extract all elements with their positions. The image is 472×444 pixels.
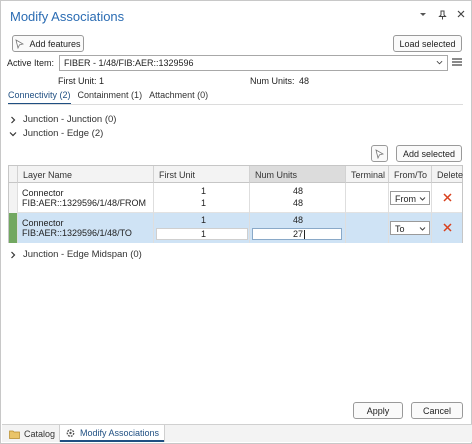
num-units-top: 48 <box>293 215 304 225</box>
table-row-selected[interactable]: Connector FIB:AER::1329596/1/48/TO 1 1 4… <box>9 213 462 243</box>
num-units-bottom: 48 <box>293 198 304 208</box>
section-junction-edge-midspan-label: Junction - Edge Midspan (0) <box>23 249 142 260</box>
first-unit-label: First Unit: <box>58 76 97 86</box>
layer-id: FIB:AER::1329596/1/48/FROM <box>22 198 147 208</box>
tab-attachment[interactable]: Attachment (0) <box>149 90 208 105</box>
layer-id: FIB:AER::1329596/1/48/TO <box>22 228 132 238</box>
row-header-corner <box>9 166 18 183</box>
column-header-from-to[interactable]: From/To <box>389 166 432 183</box>
first-unit-value: 1 <box>99 76 105 86</box>
menu-icon[interactable] <box>452 57 462 67</box>
first-unit-top: 1 <box>201 186 207 196</box>
chevron-down-icon <box>419 197 426 201</box>
tab-modify-associations[interactable]: Modify Associations <box>59 425 166 442</box>
add-selected-label: Add selected <box>402 148 456 159</box>
pane-title: Modify Associations <box>10 9 125 24</box>
num-units-cell[interactable]: 48 48 <box>250 183 346 213</box>
column-header-delete[interactable]: Delete <box>432 166 463 183</box>
first-unit-bottom: 1 <box>201 198 207 208</box>
delete-cell <box>432 213 462 243</box>
from-to-value: To <box>395 224 405 234</box>
num-units-input[interactable]: 27 <box>252 228 342 240</box>
num-units-label: Num Units: <box>250 76 295 86</box>
text-cursor <box>304 230 305 239</box>
delete-icon[interactable] <box>443 193 452 202</box>
chevron-right-icon <box>11 116 16 123</box>
tab-catalog[interactable]: Catalog <box>4 425 60 442</box>
first-unit-bottom: 1 <box>201 229 207 239</box>
from-to-cell: To <box>389 213 432 243</box>
chevron-right-icon <box>11 251 16 258</box>
delete-icon[interactable] <box>443 223 452 232</box>
catalog-icon <box>9 430 20 439</box>
modify-associations-icon <box>66 429 75 437</box>
num-units-top: 48 <box>293 186 304 196</box>
table-row[interactable]: Connector FIB:AER::1329596/1/48/FROM 1 1… <box>9 183 462 213</box>
terminal-cell[interactable] <box>346 183 389 213</box>
active-item-value: FIBER - 1/48/FIB:AER::1329596 <box>64 58 194 68</box>
apply-label: Apply <box>366 405 390 416</box>
association-tabs: Connectivity (2) Containment (1) Attachm… <box>8 90 208 105</box>
layer-name-cell: Connector FIB:AER::1329596/1/48/TO <box>18 213 154 243</box>
section-junction-edge[interactable]: Junction - Edge (2) <box>9 128 103 139</box>
section-junction-junction-label: Junction - Junction (0) <box>23 114 117 125</box>
add-selected-button[interactable]: Add selected <box>396 145 462 162</box>
tab-containment[interactable]: Containment (1) <box>78 90 143 105</box>
column-header-layer-name[interactable]: Layer Name <box>18 166 154 183</box>
column-header-num-units[interactable]: Num Units <box>250 166 346 183</box>
pane-tab-strip: Catalog Modify Associations <box>2 424 472 442</box>
num-units-cell: 48 27 <box>250 213 346 243</box>
section-junction-edge-midspan[interactable]: Junction - Edge Midspan (0) <box>9 249 142 260</box>
from-to-value: From <box>395 194 416 204</box>
delete-cell <box>432 183 462 213</box>
add-features-button[interactable]: Add features <box>12 35 84 52</box>
modify-associations-pane: Modify Associations Add features Load se… <box>0 0 472 444</box>
tab-modify-associations-label: Modify Associations <box>80 428 160 438</box>
tabs-divider <box>8 104 463 105</box>
active-item-label: Active Item: <box>7 58 55 68</box>
tab-connectivity[interactable]: Connectivity (2) <box>8 90 71 105</box>
layer-name: Connector <box>22 218 64 228</box>
associations-grid: Layer Name First Unit Num Units Terminal… <box>8 165 463 243</box>
chevron-down-icon <box>436 60 443 65</box>
row-header[interactable] <box>9 183 18 213</box>
cancel-label: Cancel <box>422 405 451 416</box>
num-units-value: 48 <box>299 76 310 86</box>
chevron-down-icon <box>419 227 426 231</box>
column-header-first-unit[interactable]: First Unit <box>154 166 250 183</box>
close-icon[interactable] <box>456 10 466 24</box>
pin-icon[interactable] <box>437 10 447 24</box>
apply-button[interactable]: Apply <box>353 402 403 419</box>
row-header-marker[interactable] <box>9 213 18 243</box>
active-item-dropdown[interactable]: FIBER - 1/48/FIB:AER::1329596 <box>59 55 448 71</box>
chevron-down-icon[interactable] <box>418 10 428 24</box>
section-junction-junction[interactable]: Junction - Junction (0) <box>9 114 116 125</box>
from-to-select[interactable]: From <box>390 191 430 205</box>
cancel-button[interactable]: Cancel <box>411 402 463 419</box>
cursor-arrow-icon <box>15 38 25 49</box>
first-unit-cell[interactable]: 1 1 <box>154 183 250 213</box>
layer-name: Connector <box>22 188 64 198</box>
num-units-bottom: 27 <box>293 229 304 239</box>
section-junction-edge-label: Junction - Edge (2) <box>23 128 104 139</box>
tab-catalog-label: Catalog <box>24 428 56 439</box>
layer-name-cell: Connector FIB:AER::1329596/1/48/FROM <box>18 183 154 213</box>
first-unit-top: 1 <box>201 215 207 225</box>
add-features-label: Add features <box>29 38 81 49</box>
cursor-arrow-icon <box>375 148 384 159</box>
first-unit-cell: 1 1 <box>154 213 250 243</box>
terminal-cell[interactable] <box>346 213 389 243</box>
load-selected-button[interactable]: Load selected <box>393 35 462 52</box>
load-selected-label: Load selected <box>399 38 456 49</box>
select-features-button[interactable] <box>371 145 388 162</box>
from-to-select[interactable]: To <box>390 221 430 235</box>
from-to-cell: From <box>389 183 432 213</box>
first-unit-input[interactable]: 1 <box>156 228 248 240</box>
chevron-down-icon <box>9 131 17 136</box>
titlebar-icons <box>418 10 466 24</box>
pane-titlebar: Modify Associations <box>2 2 472 30</box>
column-header-terminal[interactable]: Terminal <box>346 166 389 183</box>
